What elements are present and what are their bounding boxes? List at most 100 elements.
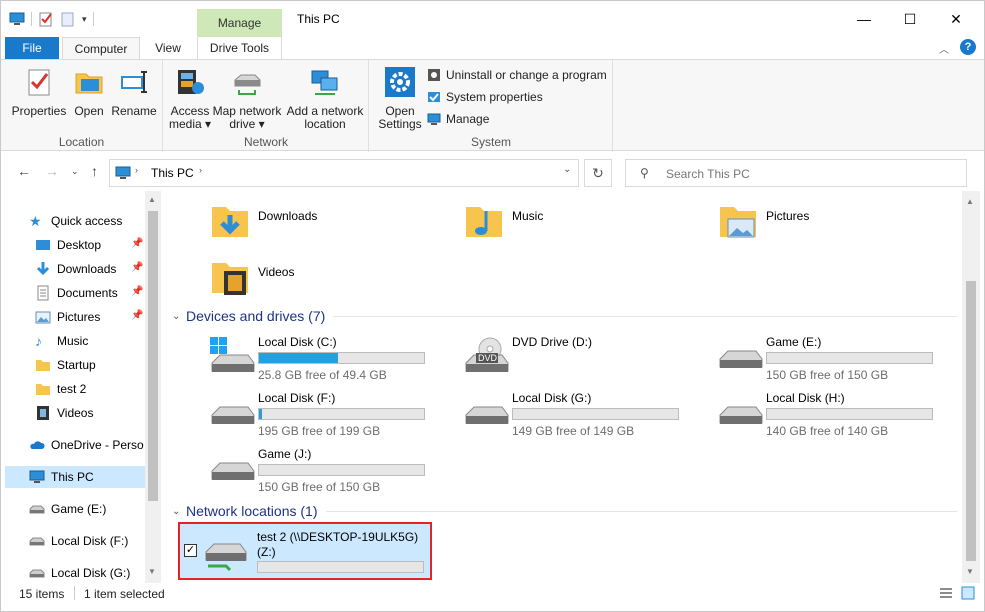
sidebar-item-videos[interactable]: Videos	[35, 402, 150, 424]
music-note-icon: ♪	[35, 333, 42, 349]
new-folder-icon[interactable]	[60, 11, 76, 27]
sidebar-item-onedrive[interactable]: OneDrive - Person	[29, 434, 144, 456]
tab-computer[interactable]: Computer	[62, 37, 140, 59]
drive-c[interactable]: Local Disk (C:) 25.8 GB free of 49.4 GB	[210, 331, 460, 383]
sidebar-item-this-pc[interactable]: This PC	[5, 466, 145, 488]
tab-file[interactable]: File	[5, 37, 59, 59]
folder-videos[interactable]: Videos	[210, 255, 450, 311]
drive-g[interactable]: Local Disk (G:) 149 GB free of 149 GB	[464, 387, 714, 439]
windows-drive-icon	[210, 337, 255, 372]
drive-d[interactable]: DVD DVD Drive (D:)	[464, 331, 714, 383]
details-view-icon[interactable]	[939, 586, 953, 600]
content-scroll-thumb[interactable]	[966, 281, 976, 561]
drive-icon	[719, 350, 763, 368]
open-folder-icon	[75, 73, 103, 94]
help-icon[interactable]: ?	[960, 39, 976, 55]
recent-locations-icon[interactable]: ⌄	[71, 166, 79, 177]
tab-view[interactable]: View	[141, 37, 195, 59]
sidebar-item-label: Music	[57, 334, 89, 348]
sidebar-item-label: Startup	[57, 358, 96, 372]
system-properties-button[interactable]: System properties	[427, 90, 543, 104]
network-location-test-2[interactable]: ✓ test 2 (\\DESKTOP-19ULK5G) (Z:)	[178, 522, 432, 580]
pin-icon[interactable]: 📌	[131, 310, 143, 321]
collapse-chevron-icon[interactable]: ⌄	[172, 311, 186, 322]
sidebar-item-music[interactable]: ♪ Music	[35, 330, 150, 352]
maximize-button[interactable]: ☐	[887, 1, 933, 37]
up-arrow-icon[interactable]: ↑	[91, 163, 98, 179]
drive-usage-bar	[257, 561, 424, 573]
computer-icon[interactable]	[9, 11, 25, 27]
drive-j[interactable]: Game (J:) 150 GB free of 150 GB	[210, 443, 460, 495]
properties-icon[interactable]	[38, 11, 54, 27]
sidebar-item-startup[interactable]: Startup	[35, 354, 150, 376]
pin-icon[interactable]: 📌	[131, 262, 143, 273]
breadcrumb-chevron-icon[interactable]: ›	[135, 165, 138, 175]
folder-downloads[interactable]: Downloads	[210, 199, 450, 255]
search-input[interactable]: ⚲ Search This PC	[625, 159, 967, 187]
properties-button[interactable]: Properties	[9, 66, 69, 118]
content-scrollbar[interactable]: ▲ ▼	[962, 191, 980, 583]
uninstall-program-button[interactable]: Uninstall or change a program	[427, 68, 607, 82]
system-group-label: System	[470, 135, 511, 149]
pin-icon[interactable]: 📌	[131, 238, 143, 249]
folder-name: Downloads	[258, 209, 318, 223]
manage-contextual-tab[interactable]: Manage	[197, 9, 282, 37]
large-icons-view-icon[interactable]	[961, 586, 975, 600]
refresh-button[interactable]: ↻	[584, 159, 612, 187]
collapse-ribbon-icon[interactable]: ︿	[939, 41, 949, 56]
scroll-up-icon[interactable]: ▲	[148, 195, 156, 204]
sidebar-item-label: Quick access	[51, 214, 123, 228]
forward-arrow-icon[interactable]: →	[45, 163, 59, 179]
window-title: This PC	[297, 12, 340, 26]
address-bar[interactable]: › This PC › ⌄	[109, 159, 579, 187]
scroll-up-icon[interactable]: ▲	[966, 197, 974, 206]
pin-icon[interactable]: 📌	[131, 286, 143, 297]
sidebar-item-test-2[interactable]: test 2	[35, 378, 150, 400]
scroll-down-icon[interactable]: ▼	[148, 567, 156, 576]
breadcrumb-this-pc[interactable]: This PC	[151, 166, 194, 180]
ribbon-group-location: Properties Open Rename Location	[1, 60, 163, 152]
folder-music[interactable]: Music	[464, 199, 704, 255]
address-dropdown-icon[interactable]: ⌄	[563, 164, 571, 175]
add-network-location-button[interactable]: Add a network location	[284, 66, 366, 131]
sidebar-item-label: Local Disk (G:)	[51, 566, 131, 580]
download-arrow-icon	[36, 262, 50, 276]
sidebar-item-game-e[interactable]: Game (E:)	[29, 498, 144, 520]
pictures-folder-icon	[720, 207, 756, 238]
folder-icon	[36, 360, 50, 371]
rename-button[interactable]: Rename	[109, 66, 159, 118]
devices-section-header[interactable]: ⌄ Devices and drives (7)	[172, 308, 957, 324]
sidebar-item-quick-access[interactable]: ★ Quick access	[29, 210, 144, 232]
folder-pictures[interactable]: Pictures	[718, 199, 958, 255]
access-media-line2: media ▾	[168, 117, 212, 131]
breadcrumb-chevron-icon[interactable]: ›	[199, 165, 202, 175]
folder-name: Pictures	[766, 209, 810, 223]
drive-icon	[465, 406, 509, 424]
collapse-chevron-icon[interactable]: ⌄	[172, 506, 186, 517]
drive-e[interactable]: Game (E:) 150 GB free of 150 GB	[718, 331, 968, 383]
computer-management-icon	[427, 113, 441, 125]
sidebar-item-local-disk-f[interactable]: Local Disk (F:)	[29, 530, 144, 552]
settings-gear-icon	[385, 67, 415, 97]
close-button[interactable]: ✕	[933, 1, 979, 37]
back-arrow-icon[interactable]: ←	[17, 163, 31, 179]
open-settings-button[interactable]: Open Settings	[375, 66, 425, 131]
drive-f[interactable]: Local Disk (F:) 195 GB free of 199 GB	[210, 387, 460, 439]
sidebar-item-local-disk-g[interactable]: Local Disk (G:)	[29, 562, 144, 584]
open-button[interactable]: Open	[69, 66, 109, 118]
customize-toolbar-icon[interactable]: ▾	[82, 14, 87, 25]
access-media-button[interactable]: Access media ▾	[168, 66, 212, 131]
computer-icon	[115, 166, 131, 179]
sidebar-scroll-thumb[interactable]	[148, 211, 158, 501]
drive-h[interactable]: Local Disk (H:) 140 GB free of 140 GB	[718, 387, 968, 439]
sidebar-item-label: Local Disk (F:)	[51, 534, 129, 548]
map-network-drive-button[interactable]: Map network drive ▾	[212, 66, 282, 131]
scroll-down-icon[interactable]: ▼	[966, 567, 974, 576]
selection-checkbox[interactable]: ✓	[184, 544, 197, 557]
status-divider	[74, 586, 75, 600]
sidebar-scrollbar[interactable]: ▲ ▼	[145, 191, 161, 583]
network-section-header[interactable]: ⌄ Network locations (1)	[172, 503, 957, 519]
manage-button[interactable]: Manage	[427, 112, 489, 126]
minimize-button[interactable]: —	[841, 1, 887, 37]
uninstall-icon	[428, 69, 440, 81]
